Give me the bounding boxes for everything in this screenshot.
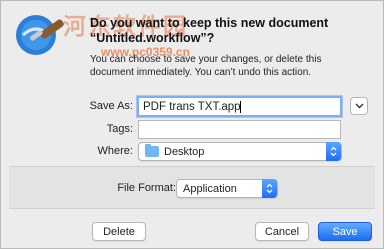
expand-button[interactable] (350, 97, 368, 115)
file-format-value: Application (183, 182, 237, 195)
where-popup[interactable]: Desktop (138, 142, 342, 161)
chevron-down-icon (355, 103, 363, 109)
save-as-label: Save As: (89, 100, 133, 112)
dialog-message: You can choose to save your changes, or … (90, 54, 322, 78)
delete-button[interactable]: Delete (92, 222, 146, 241)
where-label: Where: (97, 145, 133, 157)
automator-app-icon (16, 15, 64, 55)
tags-label: Tags: (106, 123, 133, 135)
tags-field[interactable] (138, 120, 341, 139)
cancel-button[interactable]: Cancel (255, 222, 309, 241)
save-as-field[interactable]: PDF trans TXT.app (137, 96, 342, 117)
file-format-label: File Format: (117, 182, 176, 194)
updown-arrows-icon (262, 179, 277, 198)
folder-icon (145, 144, 159, 157)
file-format-popup[interactable]: Application (176, 179, 278, 198)
save-as-value: PDF trans TXT.app (143, 101, 241, 113)
dialog-title: Do you want to keep this new document “U… (90, 16, 329, 45)
text-caret (239, 100, 241, 113)
updown-arrows-icon (326, 142, 341, 161)
save-button[interactable]: Save (318, 222, 372, 241)
save-dialog: 河东软件园 www.pc0359.cn Do you want to keep … (0, 0, 384, 249)
file-format-panel: File Format: Application (9, 166, 375, 209)
where-value: Desktop (164, 145, 205, 158)
